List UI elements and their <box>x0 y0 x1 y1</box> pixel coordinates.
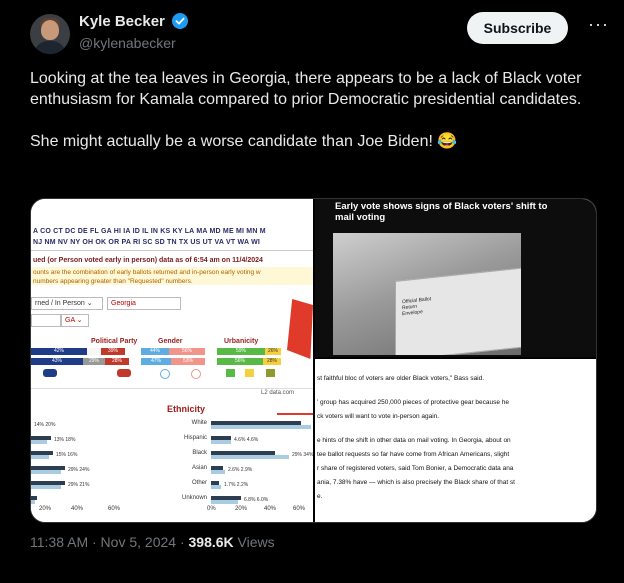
ethnicity-label: Hispanic <box>183 435 207 441</box>
party-dem-segment-2: 43% <box>31 358 83 365</box>
ethnicity-bar-2020 <box>211 470 225 474</box>
party-rep-segment: 39% <box>101 348 125 355</box>
avatar-shirt <box>34 41 66 54</box>
left-bar-2020 <box>31 455 49 459</box>
female-icon <box>191 369 201 379</box>
left-value: 15% 16% <box>56 452 78 458</box>
ballot-envelope-photo: Official Ballot Return Envelope <box>333 233 521 355</box>
suburban-segment-2: 28% <box>263 358 281 365</box>
state-select: Georgia <box>107 297 181 310</box>
ethnicity-title: Ethnicity <box>167 404 206 414</box>
ethnicity-value: 1.7% 2.2% <box>224 482 249 488</box>
tweet-meta: 11:38 AM · Nov 5, 2024 · 398.6K Views <box>30 534 275 550</box>
urban-segment-2: 56% <box>217 358 263 365</box>
avatar-face <box>41 20 59 40</box>
author-avatar[interactable] <box>30 14 70 54</box>
article-line: r share of registered voters, said Tom B… <box>317 465 514 472</box>
left-bar-2020 <box>31 485 61 489</box>
dashboard-note-1: ounts are the combination of early ballo… <box>33 269 261 276</box>
axis-left-tick: 60% <box>108 506 121 512</box>
dashboard-note-2: numbers appearing greater than "Requeste… <box>33 278 193 285</box>
male-icon <box>160 369 170 379</box>
party-dem-segment: 42% <box>31 348 87 355</box>
left-bar-2020 <box>31 500 35 504</box>
gender-male-segment: 44% <box>141 348 169 355</box>
states-row-1: A CO CT DC DE FL GA HI IA ID IL IN KS KY… <box>33 228 266 235</box>
views-label: Views <box>233 534 275 550</box>
ethnicity-label: Other <box>191 480 207 486</box>
axis-right-tick: 60% <box>293 506 306 512</box>
urban-segment: 59% <box>217 348 265 355</box>
article-line: tee ballot requests so far have come fro… <box>317 451 510 458</box>
media-image-article-text[interactable]: st faithful bloc of voters are older Bla… <box>315 359 596 522</box>
author-name-row[interactable]: Kyle Becker <box>79 13 189 30</box>
media-image-article-photo[interactable]: Early vote shows signs of Black voters' … <box>315 199 596 357</box>
party-rep-segment-2: 28% <box>105 358 129 365</box>
verified-badge-icon <box>172 13 189 29</box>
left-bar-2020 <box>31 470 61 474</box>
tweet-media[interactable]: A CO CT DC DE FL GA HI IA ID IL IN KS KY… <box>30 198 597 523</box>
axis-right-tick: 40% <box>264 506 277 512</box>
ethnicity-label: White <box>191 420 207 426</box>
gender-title: Gender <box>158 338 183 345</box>
article-line: ck voters will want to vote in-person ag… <box>317 413 440 420</box>
axis-left-tick: 20% <box>39 506 52 512</box>
subscribe-button[interactable]: Subscribe <box>467 12 568 44</box>
ballot-type-select: rned / In Person ⌄ <box>31 297 103 310</box>
article-line: ania, 7.38% have — which is also precise… <box>317 479 515 486</box>
left-value: 29% 21% <box>68 482 90 488</box>
ethnicity-label: Asian <box>191 465 207 471</box>
media-image-early-vote-dashboard[interactable]: A CO CT DC DE FL GA HI IA ID IL IN KS KY… <box>31 199 313 522</box>
ethnicity-bar-2020 <box>211 425 311 429</box>
state-code-select: GA ⌄ <box>61 314 89 327</box>
urbanicity-title: Urbanicity <box>224 338 259 345</box>
ethnicity-value: 2.6% 2.9% <box>228 467 253 473</box>
article-headline: Early vote shows signs of Black voters' … <box>335 201 548 223</box>
axis-left-tick: 40% <box>71 506 84 512</box>
left-value: 13% 18% <box>54 437 76 443</box>
article-line: e. <box>317 493 323 500</box>
ethnicity-bar-2020 <box>211 485 221 489</box>
view-count: 398.6K <box>188 534 234 550</box>
ethnicity-value: 4.6% 4.6% <box>234 437 259 443</box>
axis-right-tick: 0% <box>207 506 216 512</box>
ethnicity-label: Unknown <box>181 495 207 501</box>
ethnicity-bar-2020 <box>211 500 238 504</box>
ethnicity-value: 29% 34% <box>292 452 313 458</box>
suburb-icon <box>245 369 254 377</box>
ethnicity-label: Black <box>192 450 207 456</box>
suburban-segment: 26% <box>265 348 281 355</box>
annotation-arrow <box>277 413 313 415</box>
gender-female-segment-2: 53% <box>171 358 205 365</box>
dashboard-heading: ued (or Person voted early in person) da… <box>33 257 263 264</box>
ethnicity-bar-2020 <box>211 440 231 444</box>
political-party-title: Political Party <box>91 338 138 345</box>
party-other-segment-2: 29% <box>83 358 105 365</box>
tweet-text: Looking at the tea leaves in Georgia, th… <box>30 70 582 150</box>
gender-male-segment-2: 47% <box>141 358 171 365</box>
states-row-2: NJ NM NV NY OH OK OR PA RI SC SD TN TX U… <box>33 239 261 246</box>
city-icon <box>226 369 235 377</box>
author-handle[interactable]: @kylenabecker <box>79 35 176 51</box>
ethnicity-value: 6.8% 6.0% <box>244 497 269 503</box>
left-value: 14% 20% <box>34 422 56 428</box>
filter-select <box>31 314 61 327</box>
article-line: ' group has acquired 250,000 pieces of p… <box>317 399 510 406</box>
source-label: L2 data.com <box>261 390 295 396</box>
more-options-icon[interactable]: ··· <box>588 15 608 38</box>
tractor-icon <box>266 369 275 377</box>
elephant-icon <box>117 369 131 377</box>
donkey-icon <box>43 369 57 377</box>
article-line: e hints of the shift in other data on ma… <box>317 437 511 444</box>
left-value: 29% 24% <box>68 467 90 473</box>
author-name[interactable]: Kyle Becker <box>79 13 165 30</box>
gender-female-segment: 56% <box>169 348 205 355</box>
envelope-text: Official Ballot Return Envelope <box>402 296 432 318</box>
left-bar-2020 <box>31 440 47 444</box>
article-line: st faithful bloc of voters are older Bla… <box>317 375 485 382</box>
tweet-timestamp[interactable]: 11:38 AM · Nov 5, 2024 · <box>30 534 189 550</box>
envelope-shape: Official Ballot Return Envelope <box>395 265 521 355</box>
ethnicity-bar-2020 <box>211 455 289 459</box>
axis-right-tick: 20% <box>235 506 248 512</box>
